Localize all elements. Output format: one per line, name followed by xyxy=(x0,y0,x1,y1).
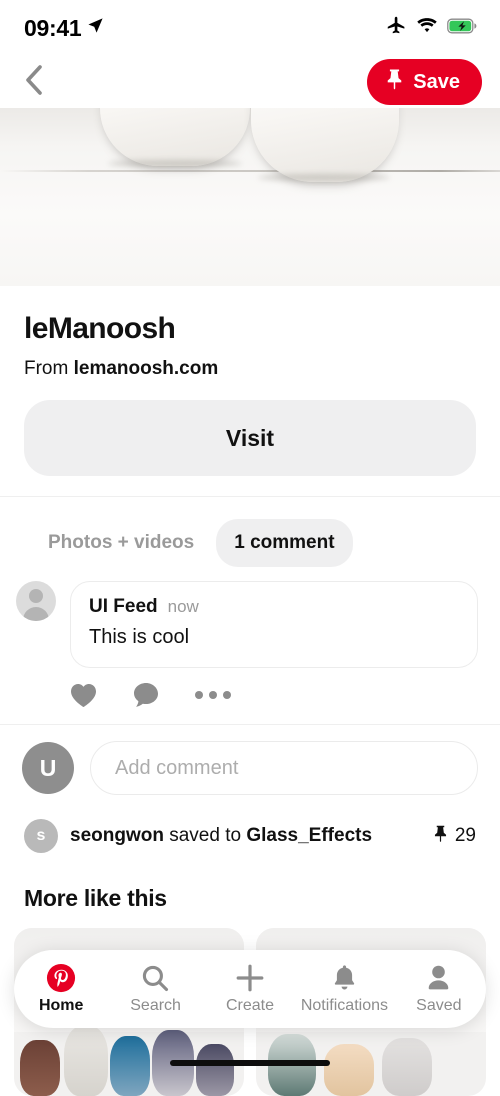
pin-details: leManoosh From lemanoosh.com Visit xyxy=(0,312,500,476)
status-bar-left: 09:41 xyxy=(24,15,104,42)
bottom-navigation: Home Search Create Notifications Saved xyxy=(14,950,486,1028)
chevron-left-icon xyxy=(23,64,45,101)
comment-item: UI Feed now This is cool xyxy=(0,567,500,668)
save-count-group: 29 xyxy=(433,824,476,849)
vase-shape xyxy=(110,1036,150,1096)
source-domain: lemanoosh.com xyxy=(73,358,219,379)
visit-button[interactable]: Visit xyxy=(24,400,476,476)
ellipsis-icon[interactable] xyxy=(195,691,231,699)
nav-item-notifications[interactable]: Notifications xyxy=(297,963,391,1015)
nav-label-notifications: Notifications xyxy=(300,997,388,1014)
save-count: 29 xyxy=(454,825,476,846)
nav-label-saved: Saved xyxy=(416,997,462,1014)
avatar-head-shape xyxy=(29,589,43,603)
pin-source: From lemanoosh.com xyxy=(24,358,476,380)
status-bar-right xyxy=(386,15,478,41)
plus-icon xyxy=(235,963,265,993)
current-user-avatar[interactable]: U xyxy=(22,742,74,794)
more-like-this-heading: More like this xyxy=(24,885,167,911)
pin-header: Save xyxy=(0,56,500,108)
vase-shape xyxy=(382,1038,432,1096)
vase-shape xyxy=(64,1026,108,1096)
hero-background xyxy=(0,108,500,286)
back-button[interactable] xyxy=(16,64,52,100)
saved-by-row[interactable]: s seongwon saved to Glass_Effects 29 xyxy=(0,813,500,871)
add-comment-row: U xyxy=(0,725,500,813)
board-name: Glass_Effects xyxy=(246,825,373,846)
comment-bubble-icon[interactable] xyxy=(133,682,159,708)
vessel-shadow-right xyxy=(258,174,390,181)
saver-username: seongwon xyxy=(70,825,164,846)
nav-item-home[interactable]: Home xyxy=(14,963,108,1015)
bell-icon xyxy=(331,963,358,993)
nav-label-search: Search xyxy=(130,997,181,1014)
pushpin-icon xyxy=(433,824,448,849)
comment-card: UI Feed now This is cool xyxy=(70,581,478,668)
vessel-shadow-left xyxy=(108,160,242,167)
pushpin-icon xyxy=(385,68,404,96)
search-icon xyxy=(141,963,170,993)
saved-by-text: seongwon saved to Glass_Effects xyxy=(70,825,421,847)
vase-shape xyxy=(324,1044,374,1096)
airplane-mode-icon xyxy=(386,15,407,41)
status-bar: 09:41 xyxy=(0,0,500,56)
commenter-avatar[interactable] xyxy=(16,581,56,621)
pinterest-logo-icon xyxy=(46,963,76,993)
heart-icon[interactable] xyxy=(70,683,97,708)
avatar-body-shape xyxy=(23,607,49,621)
source-prefix: From xyxy=(24,358,69,379)
comment-text: This is cool xyxy=(89,626,190,648)
nav-item-search[interactable]: Search xyxy=(108,963,202,1015)
save-button[interactable]: Save xyxy=(367,59,482,105)
comment-header: UI Feed now xyxy=(89,596,459,618)
page-title: leManoosh xyxy=(24,312,176,345)
add-comment-input[interactable] xyxy=(90,741,478,795)
content-tabs: Photos + videos 1 comment xyxy=(0,497,500,567)
nav-label-home: Home xyxy=(38,997,84,1014)
nav-item-create[interactable]: Create xyxy=(203,963,297,1015)
wifi-icon xyxy=(416,17,438,39)
home-indicator xyxy=(170,1060,330,1066)
tab-comments[interactable]: 1 comment xyxy=(216,519,353,567)
dot-1 xyxy=(195,691,203,699)
dot-3 xyxy=(223,691,231,699)
location-arrow-icon xyxy=(87,17,104,39)
saved-to-connector: saved to xyxy=(163,825,247,846)
pin-image[interactable] xyxy=(0,108,500,286)
comment-author[interactable]: UI Feed xyxy=(89,596,158,618)
comment-timestamp: now xyxy=(167,597,199,616)
dot-2 xyxy=(209,691,217,699)
vase-shape xyxy=(20,1040,60,1096)
hero-surface-seam xyxy=(0,170,500,172)
nav-item-saved[interactable]: Saved xyxy=(392,963,486,1015)
comment-actions xyxy=(0,668,500,724)
saver-avatar[interactable]: s xyxy=(24,819,58,853)
battery-charging-icon xyxy=(447,18,478,39)
save-button-label: Save xyxy=(413,70,460,93)
status-time: 09:41 xyxy=(24,14,82,41)
vase-shape xyxy=(196,1044,234,1096)
nav-label-create: Create xyxy=(226,997,275,1014)
person-icon xyxy=(425,963,452,993)
tab-photos-videos[interactable]: Photos + videos xyxy=(30,519,212,567)
